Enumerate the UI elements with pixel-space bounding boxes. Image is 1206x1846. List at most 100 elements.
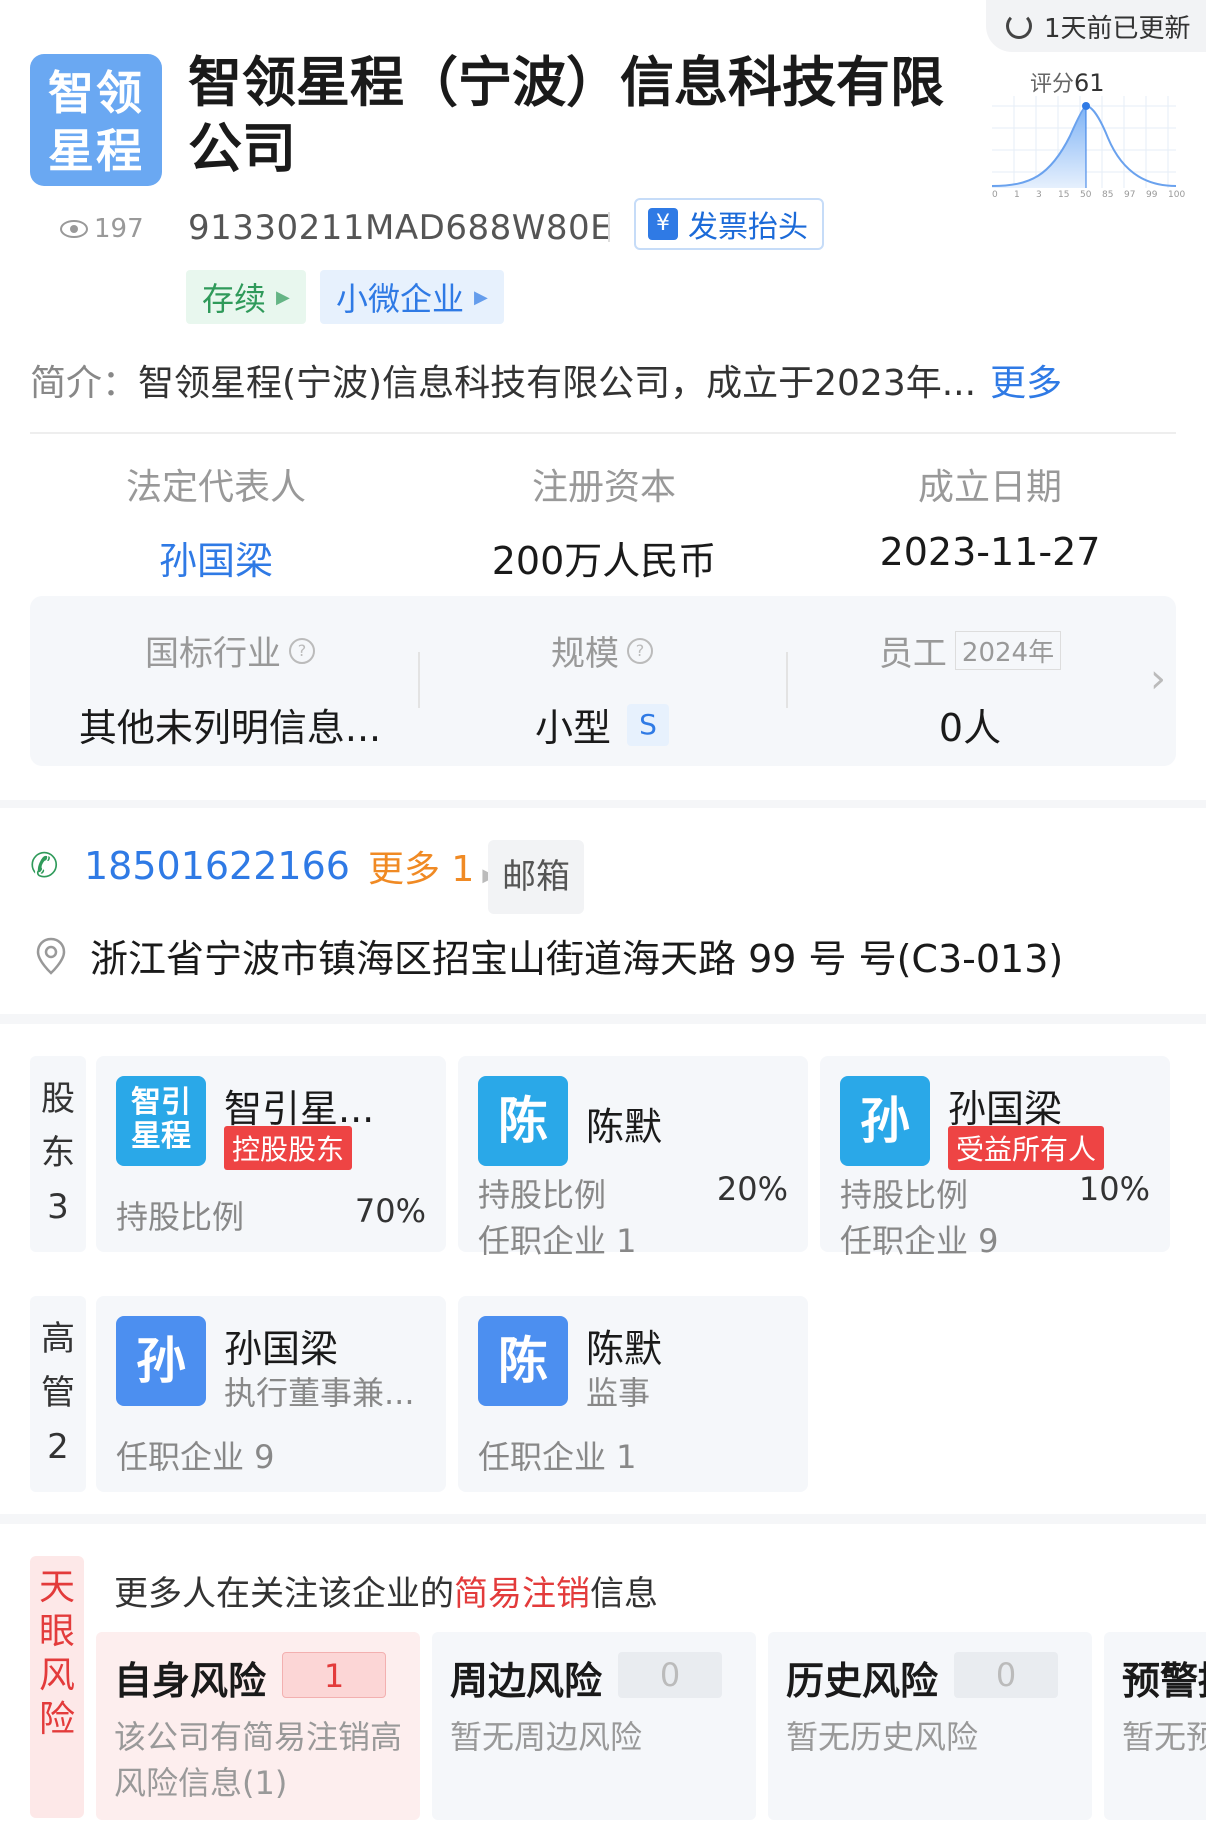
section-divider [30,432,1176,434]
chevron-right-icon[interactable]: › [1150,656,1166,702]
avatar-text: 智引 [131,1085,191,1120]
intro-text: 智领星程(宁波)信息科技有限公司，成立于2023年... [138,363,977,404]
stat-value: 200万人民币 [491,539,717,583]
risk-desc: 该公司有简易注销高风险信息(1) [114,1718,403,1802]
ratio-value: 10% [1078,1170,1150,1208]
shareholders-side-label[interactable]: 股 东 3 [30,1056,86,1252]
industry-value: 其他未列明信息... [78,706,382,750]
risk-count: 0 [954,1652,1058,1698]
tag-small-enterprise[interactable]: 小微企业 ▶ [320,270,504,324]
side-label-char: 险 [38,1699,75,1740]
company-logo: 智领 星程 [30,54,162,186]
side-label-char: 股 [41,1079,75,1119]
risk-headline[interactable]: 更多人在关注该企业的简易注销信息 [114,1566,658,1615]
related-companies: 任职企业 1 [478,1222,637,1260]
industry-label: 国标行业 [145,634,281,674]
divider [786,652,788,708]
enterprise-tag-label: 小微企业 [336,280,465,318]
update-status-text: 1天前已更新 [1044,13,1191,44]
view-count: 197 [60,214,144,244]
location-pin-icon [36,937,66,975]
warning-risk-card[interactable]: 预警提 暂无预 [1104,1632,1206,1820]
avatar: 孙 [116,1316,206,1406]
score-distribution-curve [991,96,1177,188]
beneficial-owner-badge: 受益所有人 [948,1126,1105,1170]
staff-year: 2024年 [954,631,1062,670]
risk-side-label[interactable]: 天 眼 风 险 [30,1556,84,1818]
company-intro[interactable]: 简介：智领星程(宁波)信息科技有限公司，成立于2023年... 更多 [30,354,1062,406]
staff-label: 员工 [878,634,947,674]
risk-count: 1 [282,1652,386,1698]
executive-name: 陈默 [586,1327,663,1371]
intro-more-link[interactable]: 更多 [990,363,1062,404]
invoice-title-label: 发票抬头 [688,210,808,245]
side-label-char: 天 [38,1567,75,1608]
company-header-card: 1天前已更新 智领 星程 197 智领星程（宁波）信息科技有限公司 913302… [0,0,1206,800]
stat-label: 注册资本 [531,467,676,508]
ratio-value: 20% [716,1170,788,1208]
score-axis-tick: 97 [1124,190,1136,200]
shareholder-name: 陈默 [586,1105,663,1149]
help-icon[interactable]: ? [627,637,653,664]
score-axis-tick: 50 [1080,190,1092,200]
avatar: 陈 [478,1076,568,1166]
status-tag-active[interactable]: 存续 ▶ [186,270,306,324]
scale-value: 小型 [534,706,611,750]
risk-title: 自身风险 [114,1659,267,1703]
side-label-char: 东 [41,1133,75,1173]
shareholder-card[interactable]: 智引 星程 智引星... 控股股东 持股比例 70% [96,1056,446,1252]
ratio-value: 70% [354,1192,426,1230]
side-label-char: 风 [38,1655,75,1696]
shareholder-name: 智引星... [224,1087,375,1131]
score-axis-tick: 15 [1058,190,1070,200]
side-label-char: 眼 [38,1611,75,1652]
score-axis-tick: 99 [1146,190,1158,200]
update-status-badge[interactable]: 1天前已更新 [986,0,1206,52]
score-axis-tick: 3 [1036,190,1042,200]
executives-side-label[interactable]: 高 管 2 [30,1296,86,1492]
divider [608,212,610,242]
address-row[interactable]: 浙江省宁波市镇海区招宝山街道海天路 99 号 号(C3-013) [30,928,1063,983]
related-companies: 任职企业 9 [116,1438,275,1476]
executive-role: 监事 [586,1374,651,1412]
registered-capital: 注册资本 200万人民币 [414,458,794,585]
headline-highlight: 简易注销 [454,1574,590,1614]
divider [418,652,420,708]
help-icon[interactable]: ? [289,637,315,664]
more-phones-label: 更多 1 [367,849,475,890]
shareholder-card[interactable]: 孙 孙国梁 受益所有人 持股比例 10% 任职企业 9 [820,1056,1170,1260]
score-chart[interactable]: 评分61 0 1 3 15 50 85 97 99 100 [990,66,1185,202]
shareholder-card[interactable]: 陈 陈默 持股比例 20% 任职企业 1 [458,1056,808,1260]
self-risk-card[interactable]: 自身风险 1 该公司有简易注销高风险信息(1) [96,1632,420,1820]
email-button[interactable]: 邮箱 [488,840,584,914]
industry-info-box[interactable]: 国标行业? 其他未列明信息... 规模? 小型 S 员工 2024年 0人 › [30,596,1176,766]
executive-card[interactable]: 陈 陈默 监事 任职企业 1 [458,1296,808,1492]
surrounding-risk-card[interactable]: 周边风险 0 暂无周边风险 [432,1632,756,1820]
industry-field: 国标行业? 其他未列明信息... [50,626,410,752]
avatar: 陈 [478,1316,568,1406]
avatar: 智引 星程 [116,1076,206,1166]
scale-badge: S [627,703,669,746]
related-companies: 任职企业 1 [478,1438,637,1476]
caret-right-icon: ▶ [474,286,488,308]
logo-text-line2: 星程 [48,124,144,178]
risk-card: 天 眼 风 险 更多人在关注该企业的简易注销信息 自身风险 1 该公司有简易注销… [0,1524,1206,1846]
eye-icon [60,220,88,238]
score-axis-ticks: 0 1 3 15 50 85 97 99 100 [990,190,1185,202]
risk-title: 预警提 [1122,1659,1206,1703]
phone-row: ✆ 18501622166 更多 1▶ [30,840,496,892]
risk-title: 历史风险 [786,1659,939,1703]
status-tag-label: 存续 [202,280,267,318]
side-label-count: 3 [47,1187,69,1227]
score-axis-tick: 0 [992,190,998,200]
executive-card[interactable]: 孙 孙国梁 执行董事兼... 任职企业 9 [96,1296,446,1492]
invoice-title-button[interactable]: ¥ 发票抬头 [634,198,824,250]
stat-label: 成立日期 [917,467,1062,508]
history-risk-card[interactable]: 历史风险 0 暂无历史风险 [768,1632,1092,1820]
legal-representative-link[interactable]: 孙国梁 [26,530,406,585]
phone-number[interactable]: 18501622166 [84,844,350,888]
logo-text-line1: 智领 [48,66,144,120]
legal-representative: 法定代表人 孙国梁 [26,458,406,585]
more-phones-link[interactable]: 更多 1▶ [368,840,496,892]
credit-code[interactable]: 91330211MAD688W80E [188,208,612,248]
